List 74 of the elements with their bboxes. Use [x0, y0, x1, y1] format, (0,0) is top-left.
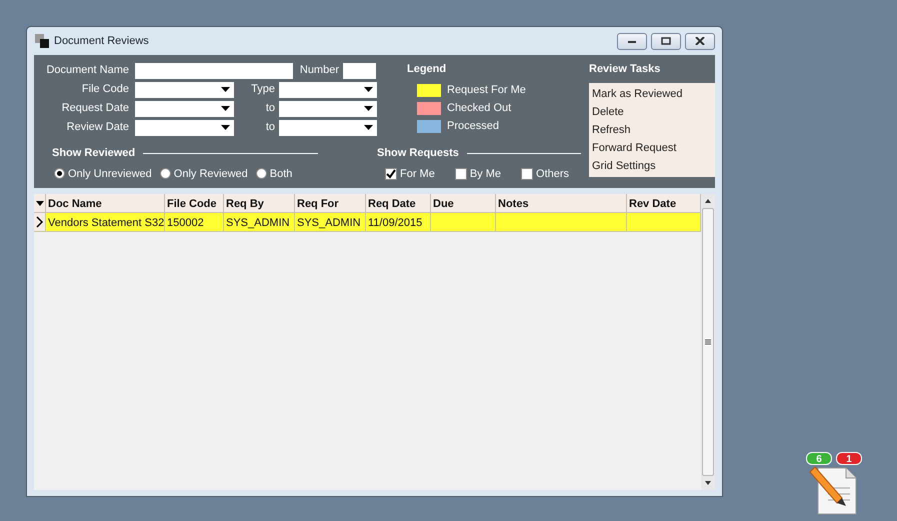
column-header[interactable]: Req Date [366, 194, 431, 213]
caret-icon [364, 87, 373, 92]
dropdown-field[interactable] [279, 120, 377, 136]
field-label: Request Date [60, 101, 130, 116]
table-cell: 11/09/2015 [366, 213, 431, 232]
maximize-icon [661, 37, 671, 45]
column-header[interactable]: Notes [496, 194, 627, 213]
dropdown-field[interactable] [135, 120, 234, 136]
caret-icon [221, 106, 230, 111]
app-logo-icon [34, 33, 50, 49]
field-label: Type [250, 82, 276, 98]
close-icon [695, 37, 705, 45]
column-header[interactable]: Rev Date [627, 194, 701, 213]
table-cell: 150002 [165, 213, 224, 232]
section-title: Show Requests [377, 146, 459, 161]
checkbox[interactable] [454, 168, 467, 180]
dropdown-field[interactable] [279, 82, 377, 98]
caret-icon [364, 106, 373, 111]
field-label: File Code [80, 82, 130, 98]
column-menu-button[interactable] [34, 194, 46, 213]
scroll-thumb[interactable] [702, 208, 714, 476]
dropdown-field[interactable] [279, 100, 377, 116]
count-badge: 1 [836, 452, 862, 465]
radio-button[interactable] [54, 168, 65, 180]
field-label: Review Date [66, 120, 130, 136]
column-header[interactable]: Doc Name [46, 194, 165, 213]
task-link[interactable]: Grid Settings [592, 157, 712, 175]
task-link[interactable]: Mark as Reviewed [592, 85, 712, 103]
section-title: Show Reviewed [52, 146, 136, 161]
table-cell: Vendors Statement S32 [46, 213, 165, 232]
caret-icon [221, 87, 230, 92]
field-label: Number [298, 63, 340, 78]
radio-button[interactable] [256, 168, 267, 180]
maximize-button[interactable] [651, 32, 681, 50]
checkbox-label[interactable]: Others [536, 166, 570, 182]
minimize-button[interactable] [617, 32, 647, 50]
tasks-title: Review Tasks [589, 62, 662, 77]
field-label: to [264, 101, 276, 116]
task-link[interactable]: Refresh [592, 121, 712, 139]
legend-title: Legend [407, 62, 448, 77]
column-header[interactable]: Req For [295, 194, 366, 213]
input-field[interactable] [135, 62, 293, 78]
caret-icon [221, 125, 230, 130]
vertical-scrollbar[interactable] [701, 194, 715, 490]
field-label: to [264, 120, 276, 136]
checkbox[interactable] [385, 168, 397, 180]
column-header[interactable]: Req By [224, 194, 295, 213]
radio-label[interactable]: Only Reviewed [174, 166, 248, 182]
caret-icon [36, 200, 44, 206]
task-link[interactable]: Delete [592, 103, 712, 121]
radio-label[interactable]: Only Unreviewed [68, 166, 152, 182]
column-header[interactable]: Due [431, 194, 496, 213]
input-field[interactable] [343, 62, 376, 78]
window-title: Document Reviews [54, 34, 149, 49]
legend-label: Processed [447, 119, 499, 134]
caret-icon [364, 125, 373, 130]
grip-icon [705, 339, 711, 345]
minimize-icon [627, 38, 637, 44]
checkbox[interactable] [521, 168, 534, 180]
radio-label[interactable]: Both [270, 166, 292, 182]
count-badge: 6 [806, 452, 832, 465]
legend-label: Request For Me [447, 83, 526, 98]
close-button[interactable] [685, 32, 715, 50]
dropdown-field[interactable] [135, 82, 234, 98]
checkbox-label[interactable]: For Me [400, 166, 435, 182]
dropdown-field[interactable] [135, 100, 234, 116]
radio-button[interactable] [160, 168, 171, 180]
checkbox-label[interactable]: By Me [470, 166, 502, 182]
task-link[interactable]: Forward Request [592, 139, 712, 157]
field-label: Document Name [45, 63, 130, 78]
table-cell: SYS_ADMIN [224, 213, 295, 232]
legend-label: Checked Out [447, 101, 512, 116]
table-cell: SYS_ADMIN [295, 213, 366, 232]
column-header[interactable]: File Code [165, 194, 224, 213]
